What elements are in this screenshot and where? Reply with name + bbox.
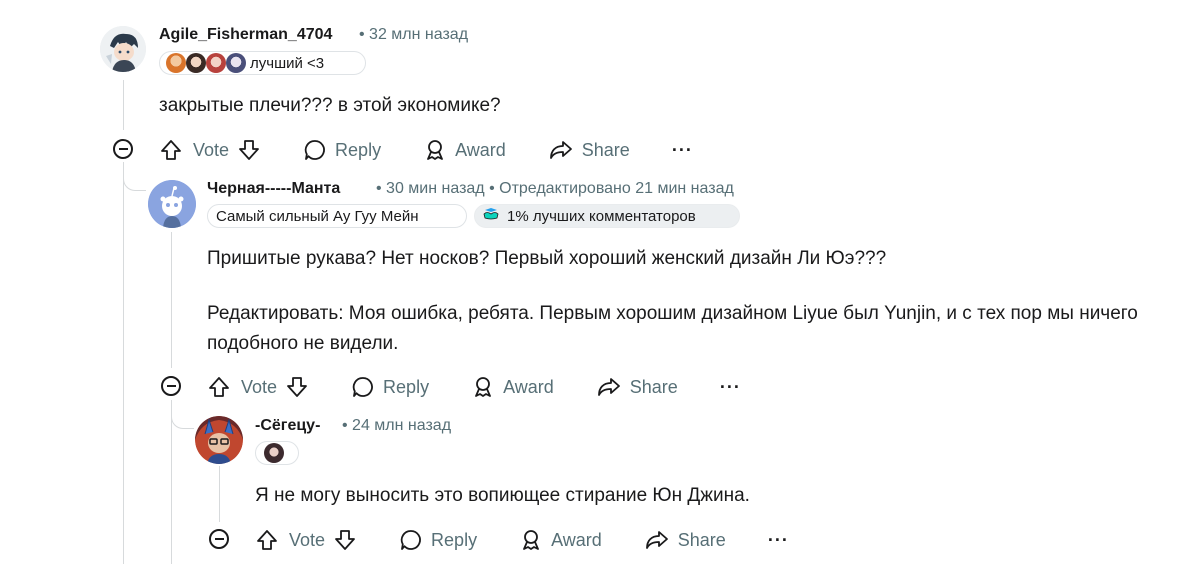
award-icon xyxy=(471,375,495,399)
timestamp: • 24 млн назад xyxy=(342,417,452,434)
vote-label: Vote xyxy=(241,376,278,397)
username[interactable]: Черная-----Манта xyxy=(207,180,340,198)
flair-emoji-2 xyxy=(186,53,206,73)
share-button[interactable]: Share xyxy=(644,528,726,552)
award-label: Award xyxy=(503,376,554,397)
flair-emoji-1 xyxy=(264,443,284,463)
comment-thread: Agile_Fisherman_4704 • 32 млн назад лучш… xyxy=(0,0,1178,564)
vote-group: Vote xyxy=(159,138,261,162)
user-flair xyxy=(255,441,299,465)
reply-button[interactable]: Reply xyxy=(351,375,429,399)
more-options-button[interactable]: ··· xyxy=(768,530,789,551)
comment-actions: Vote Reply Award Share ··· xyxy=(159,135,693,165)
username[interactable]: -Сёгецу- xyxy=(255,417,320,435)
award-button[interactable]: Award xyxy=(519,528,602,552)
award-button[interactable]: Award xyxy=(423,138,506,162)
upvote-icon[interactable] xyxy=(159,138,183,162)
thread-branch-1 xyxy=(123,174,146,191)
comment-body: Пришитые рукава? Нет носков? Первый хоро… xyxy=(207,248,887,269)
thread-line-2[interactable] xyxy=(171,232,172,368)
avatar[interactable] xyxy=(195,416,243,464)
avatar[interactable] xyxy=(100,26,146,72)
downvote-icon[interactable] xyxy=(285,375,309,399)
more-options-button[interactable]: ··· xyxy=(672,140,693,161)
share-icon xyxy=(596,375,622,399)
reply-icon xyxy=(399,528,423,552)
share-icon xyxy=(644,528,670,552)
vote-label: Vote xyxy=(289,529,326,550)
vote-group: Vote xyxy=(255,528,357,552)
reply-icon xyxy=(351,375,375,399)
downvote-icon[interactable] xyxy=(333,528,357,552)
more-icon: ··· xyxy=(767,529,789,550)
flair-text: лучший <3 xyxy=(250,54,325,72)
comment-body-edit: Редактировать: Моя ошибка, ребята. Первы… xyxy=(207,303,1138,354)
user-flair: лучший <3 xyxy=(159,51,366,75)
reply-button[interactable]: Reply xyxy=(303,138,381,162)
thread-line-1b[interactable] xyxy=(123,162,124,564)
user-flair: Самый сильный Ау Гуу Мейн xyxy=(207,204,467,228)
award-icon xyxy=(423,138,447,162)
thread-line-3[interactable] xyxy=(219,466,220,522)
flair-emoji-1 xyxy=(166,53,186,73)
username[interactable]: Agile_Fisherman_4704 xyxy=(159,26,332,44)
more-icon: ··· xyxy=(671,139,693,160)
reply-button[interactable]: Reply xyxy=(399,528,477,552)
timestamp: • 30 мин назад • Отредактировано 21 мин … xyxy=(376,180,734,197)
flair-text: Самый сильный Ау Гуу Мейн xyxy=(216,207,419,225)
collapse-button[interactable] xyxy=(161,376,181,396)
flair-emoji-4 xyxy=(226,53,246,73)
avatar[interactable] xyxy=(148,180,196,228)
top-commenter-icon xyxy=(483,207,499,225)
top-commenter-badge: 1% лучших комментаторов xyxy=(474,204,740,228)
thread-line-1[interactable] xyxy=(123,80,124,130)
thread-branch-2 xyxy=(171,412,194,429)
more-icon: ··· xyxy=(719,376,741,397)
share-label: Share xyxy=(677,529,726,550)
comment-actions: Vote Reply Award Share ··· xyxy=(207,372,741,402)
award-label: Award xyxy=(551,529,602,550)
timestamp: • 32 млн назад xyxy=(359,26,469,43)
thread-line-2b[interactable] xyxy=(171,400,172,564)
award-label: Award xyxy=(455,139,506,160)
share-label: Share xyxy=(629,376,678,397)
share-button[interactable]: Share xyxy=(548,138,630,162)
vote-label: Vote xyxy=(193,139,230,160)
reply-label: Reply xyxy=(335,139,382,160)
upvote-icon[interactable] xyxy=(255,528,279,552)
reply-label: Reply xyxy=(383,376,430,397)
reply-icon xyxy=(303,138,327,162)
flair-emoji-3 xyxy=(206,53,226,73)
share-button[interactable]: Share xyxy=(596,375,678,399)
share-icon xyxy=(548,138,574,162)
vote-group: Vote xyxy=(207,375,309,399)
more-options-button[interactable]: ··· xyxy=(720,377,741,398)
award-button[interactable]: Award xyxy=(471,375,554,399)
share-label: Share xyxy=(581,139,630,160)
comment-actions: Vote Reply Award Share ··· xyxy=(255,525,789,555)
comment-body: Я не могу выносить это вопиющее стирание… xyxy=(255,485,750,506)
collapse-button[interactable] xyxy=(113,139,133,159)
downvote-icon[interactable] xyxy=(237,138,261,162)
collapse-button[interactable] xyxy=(209,529,229,549)
upvote-icon[interactable] xyxy=(207,375,231,399)
reply-label: Reply xyxy=(431,529,478,550)
comment-body: закрытые плечи??? в этой экономике? xyxy=(159,95,501,116)
award-icon xyxy=(519,528,543,552)
top-commenter-text: 1% лучших комментаторов xyxy=(507,207,696,225)
